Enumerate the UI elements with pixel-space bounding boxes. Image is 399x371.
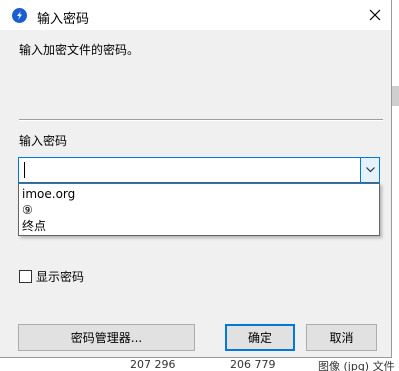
- app-logo-icon: [12, 8, 27, 23]
- close-button[interactable]: [358, 0, 391, 30]
- background-size-1: 207 296: [130, 358, 176, 371]
- background-size-2: 206 779: [230, 358, 276, 371]
- dropdown-item[interactable]: imoe.org: [22, 186, 75, 202]
- close-icon: [369, 9, 380, 21]
- dropdown-item[interactable]: ⑨: [22, 202, 33, 218]
- dialog-message: 输入加密文件的密码。: [19, 43, 140, 57]
- show-password-checkbox[interactable]: [19, 270, 32, 283]
- password-field-label: 输入密码: [19, 134, 68, 148]
- background-file-row: 207 296 206 779 图像 (jpg) 文件: [0, 358, 399, 371]
- show-password-label: 显示密码: [36, 270, 85, 284]
- password-dropdown-list: imoe.org ⑨ 终点: [18, 183, 380, 236]
- separator: [19, 119, 383, 121]
- dropdown-item[interactable]: 终点: [22, 218, 46, 234]
- password-combobox[interactable]: [18, 157, 380, 183]
- background-window-edge: [392, 0, 399, 86]
- password-input[interactable]: [23, 161, 353, 179]
- background-file-type: 图像 (jpg) 文件: [318, 360, 395, 371]
- dropdown-toggle-button[interactable]: [360, 158, 379, 182]
- text-caret: [24, 162, 25, 178]
- ok-button[interactable]: 确定: [225, 324, 295, 351]
- title-bar: 输入密码: [0, 0, 391, 30]
- background-toolbar-edge: [392, 86, 399, 106]
- password-dialog: 输入密码 输入加密文件的密码。 输入密码 imoe.org ⑨ 终点 显示密码 …: [0, 0, 392, 358]
- screen: 207 296 206 779 图像 (jpg) 文件 输入密码 输入加密文件的…: [0, 0, 399, 371]
- cancel-button[interactable]: 取消: [306, 324, 377, 351]
- dialog-title: 输入密码: [37, 12, 90, 27]
- show-password-option[interactable]: 显示密码: [19, 268, 84, 285]
- chevron-down-icon: [365, 167, 375, 173]
- password-manager-button[interactable]: 密码管理器...: [18, 324, 195, 351]
